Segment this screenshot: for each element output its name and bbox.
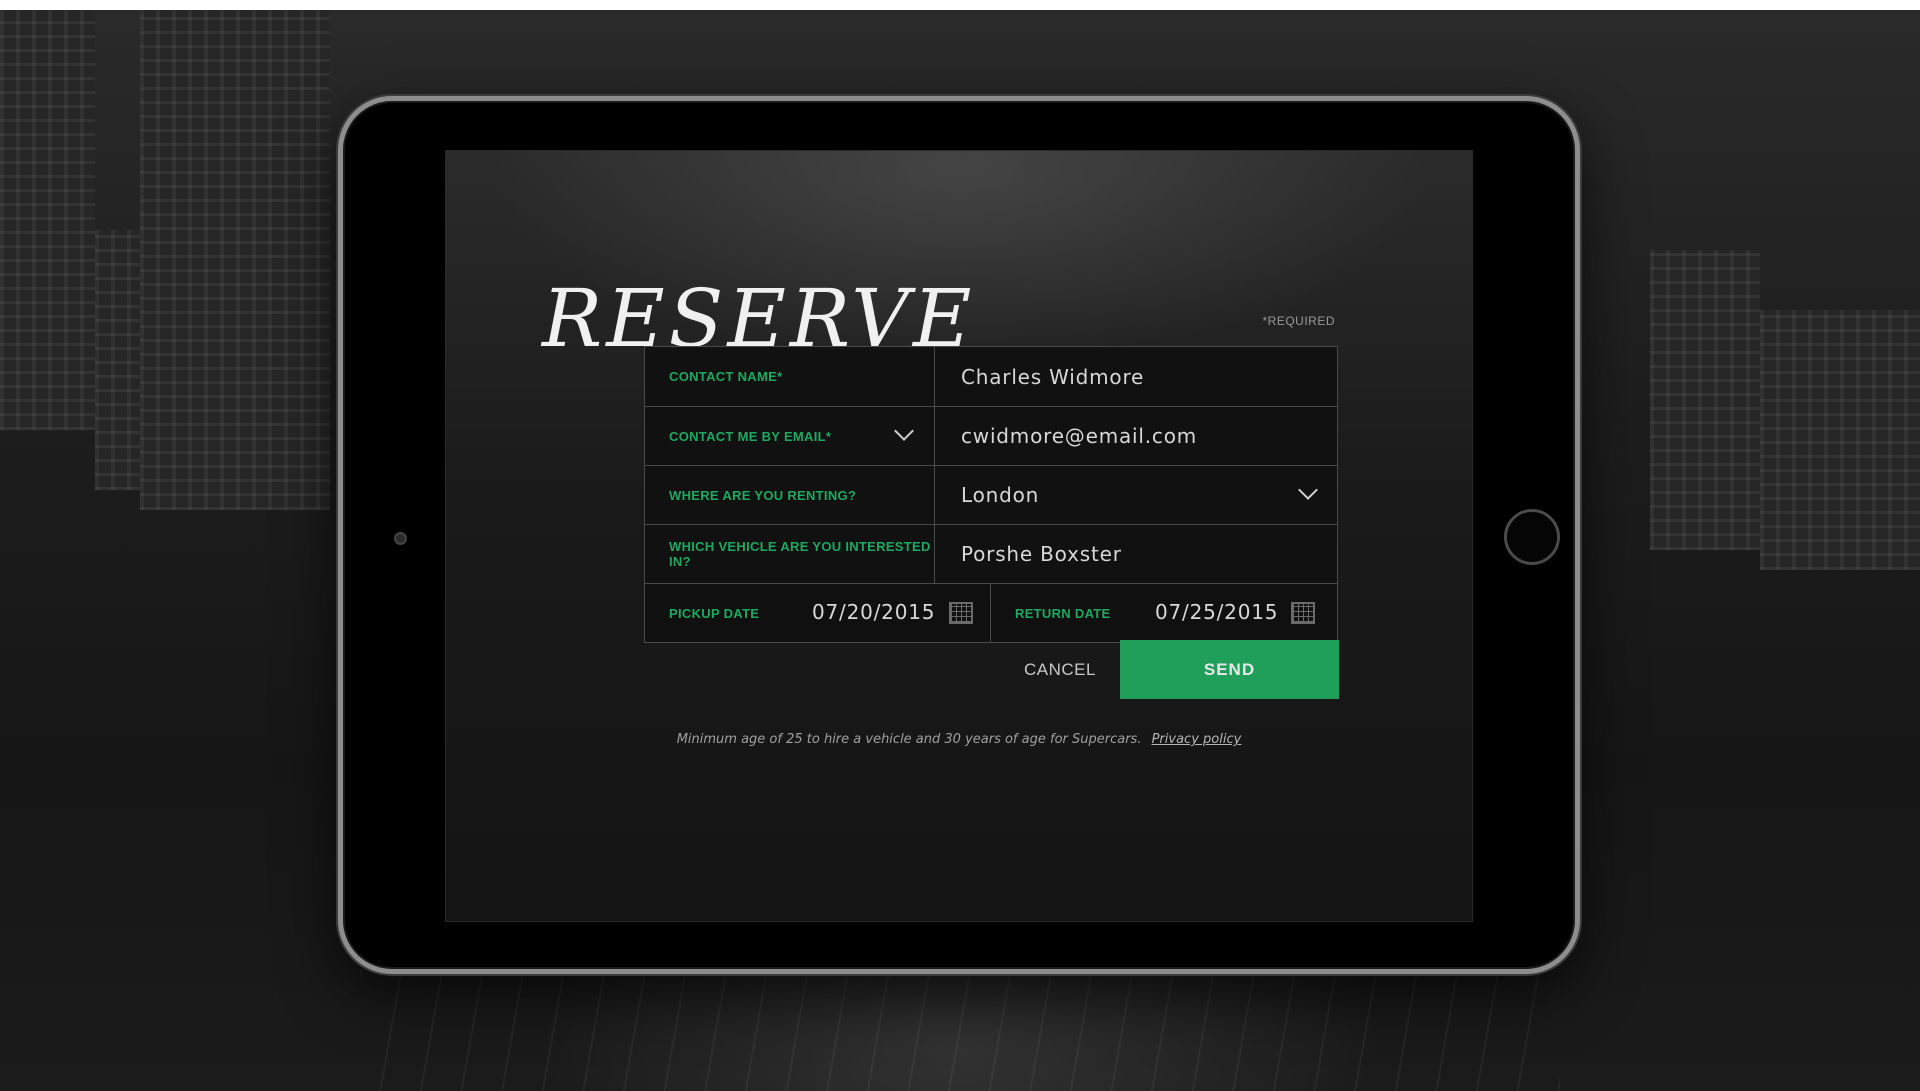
top-edge-strip	[0, 0, 1920, 10]
return-date-field[interactable]: RETURN DATE 07/25/2015	[991, 584, 1337, 642]
form-row-location: WHERE ARE YOU RENTING? London	[645, 465, 1337, 524]
form-row-dates: PICKUP DATE 07/20/2015 RETURN DATE 07/25…	[645, 583, 1337, 642]
location-select[interactable]: London	[935, 466, 1337, 524]
field-label-cell: WHERE ARE YOU RENTING?	[645, 466, 935, 524]
vehicle-input[interactable]: Porshe Boxster	[935, 525, 1337, 583]
tablet-camera	[394, 532, 407, 545]
contact-method-select[interactable]: CONTACT ME BY EMAIL*	[645, 407, 935, 465]
required-note: *REQUIRED	[1262, 314, 1335, 328]
building	[95, 230, 140, 490]
cancel-button[interactable]: CANCEL	[1000, 640, 1120, 699]
field-label-cell: CONTACT NAME*	[645, 347, 935, 406]
return-date-label: RETURN DATE	[1015, 605, 1111, 621]
building	[140, 10, 330, 510]
contact-method-label: CONTACT ME BY EMAIL*	[669, 428, 832, 444]
pickup-date-value: 07/20/2015	[812, 600, 936, 624]
chevron-down-icon	[894, 421, 914, 441]
chevron-down-icon	[1298, 480, 1318, 500]
vehicle-value: Porshe Boxster	[961, 542, 1122, 566]
pickup-date-field[interactable]: PICKUP DATE 07/20/2015	[645, 584, 991, 642]
road-light-trails	[360, 970, 1560, 1091]
contact-email-input[interactable]: cwidmore@email.com	[935, 407, 1337, 465]
calendar-icon[interactable]	[949, 602, 973, 624]
contact-name-label: CONTACT NAME*	[669, 369, 783, 384]
form-row-contact-method: CONTACT ME BY EMAIL* cwidmore@email.com	[645, 406, 1337, 465]
send-button[interactable]: SEND	[1120, 640, 1339, 699]
form-row-vehicle: WHICH VEHICLE ARE YOU INTERESTED IN? Por…	[645, 524, 1337, 583]
building	[1760, 310, 1920, 570]
form-row-contact-name: CONTACT NAME* Charles Widmore	[645, 347, 1337, 406]
return-date-value: 07/25/2015	[1155, 600, 1279, 624]
form-actions: CANCEL SEND	[644, 640, 1339, 699]
contact-email-value: cwidmore@email.com	[961, 424, 1198, 448]
location-label: WHERE ARE YOU RENTING?	[669, 487, 857, 503]
contact-name-value: Charles Widmore	[961, 364, 1145, 389]
reservation-form: CONTACT NAME* Charles Widmore CONTACT ME…	[644, 346, 1338, 643]
tablet-screen: RESERVE *REQUIRED CONTACT NAME* Charles …	[445, 150, 1473, 922]
contact-name-input[interactable]: Charles Widmore	[935, 347, 1337, 406]
tablet-home-button	[1504, 509, 1560, 565]
field-label-cell: WHICH VEHICLE ARE YOU INTERESTED IN?	[645, 525, 935, 583]
vehicle-label: WHICH VEHICLE ARE YOU INTERESTED IN?	[669, 539, 931, 569]
pickup-date-label: PICKUP DATE	[669, 605, 760, 621]
age-requirement-text: Minimum age of 25 to hire a vehicle and …	[676, 732, 1142, 747]
location-value: London	[961, 483, 1040, 507]
age-requirement-note: Minimum age of 25 to hire a vehicle and …	[446, 732, 1472, 747]
privacy-policy-link[interactable]: Privacy policy	[1152, 732, 1242, 747]
building	[0, 10, 95, 430]
calendar-icon[interactable]	[1291, 602, 1315, 624]
building	[1650, 250, 1760, 550]
background-scene: RESERVE *REQUIRED CONTACT NAME* Charles …	[0, 0, 1920, 1091]
